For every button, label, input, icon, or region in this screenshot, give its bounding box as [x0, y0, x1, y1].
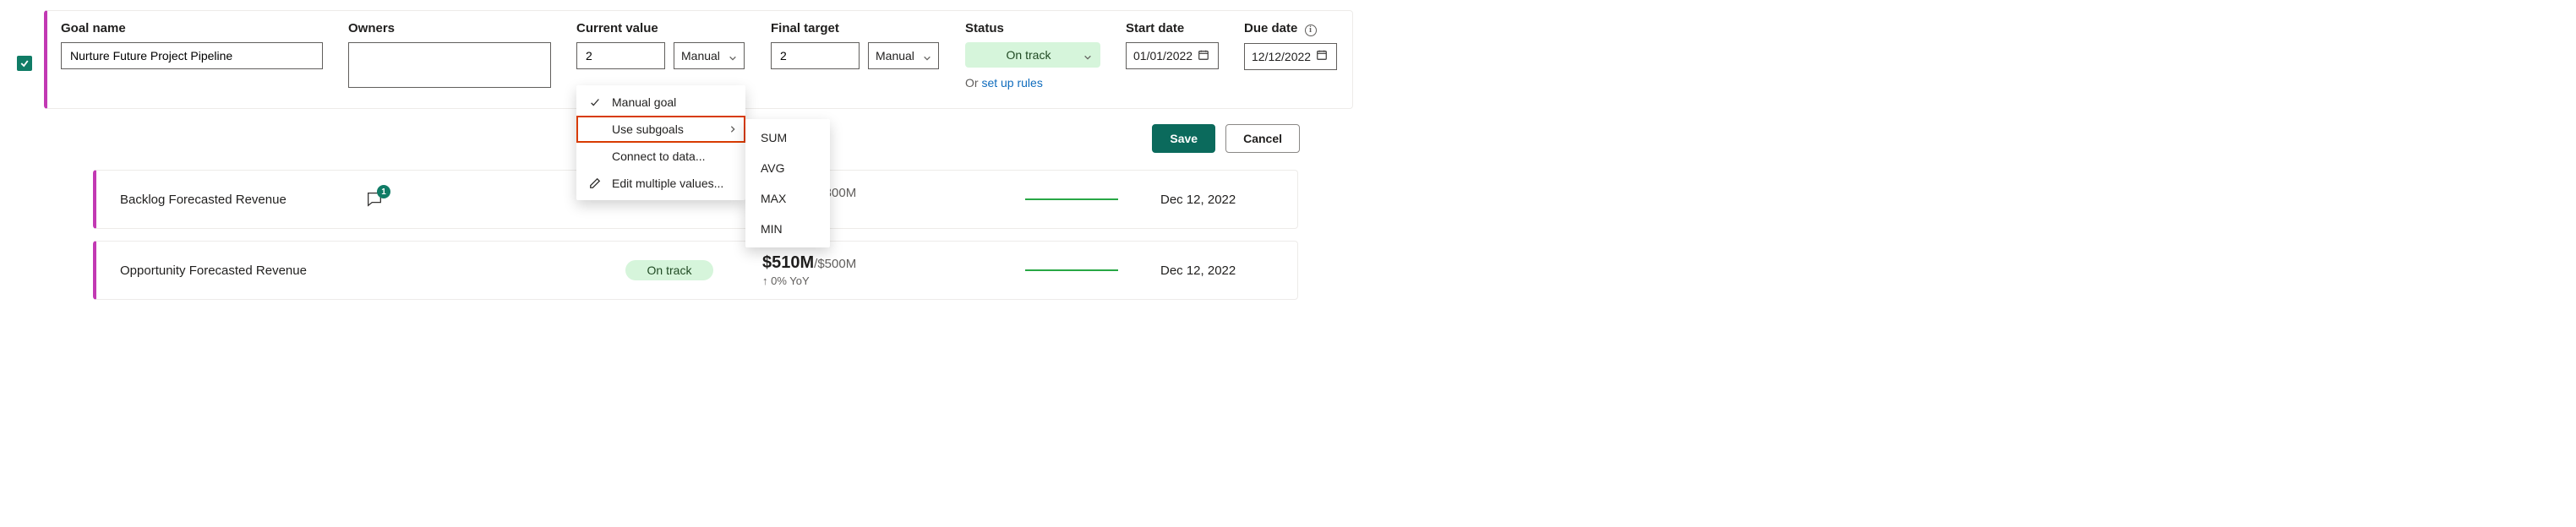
current-value-mode-dropdown[interactable]: Manual — [674, 42, 745, 69]
cancel-button[interactable]: Cancel — [1225, 124, 1300, 153]
chevron-right-icon — [729, 122, 737, 136]
goal-sparkline — [1025, 269, 1160, 271]
pencil-icon — [588, 177, 602, 189]
goal-yoy: ↑ 0% YoY — [762, 274, 965, 287]
submenu-item-avg[interactable]: AVG — [745, 153, 830, 183]
status-rules-line: Or set up rules — [965, 76, 1100, 90]
status-label: Status — [965, 21, 1100, 35]
goal-value: $510M/$500M — [762, 253, 965, 273]
goal-due-date: Dec 12, 2022 — [1160, 193, 1279, 207]
comments-icon[interactable]: 1 — [365, 190, 384, 209]
calendar-icon — [1198, 49, 1209, 63]
owners-input[interactable] — [348, 42, 551, 88]
goal-name: Backlog Forecasted Revenue — [120, 193, 365, 207]
goal-name-input[interactable] — [61, 42, 323, 69]
set-up-rules-link[interactable]: set up rules — [981, 76, 1042, 90]
row-checkbox[interactable] — [17, 56, 32, 71]
check-icon — [588, 96, 602, 108]
submenu-item-min[interactable]: MIN — [745, 214, 830, 244]
start-date-input[interactable]: 01/01/2022 — [1126, 42, 1219, 69]
chevron-down-icon — [729, 52, 737, 60]
start-date-label: Start date — [1126, 21, 1219, 35]
menu-item-edit-multiple[interactable]: Edit multiple values... — [576, 170, 745, 197]
current-value-label: Current value — [576, 21, 745, 35]
chevron-down-icon — [923, 52, 931, 60]
subgoals-submenu: SUM AVG MAX MIN — [745, 119, 830, 247]
due-date-input[interactable]: 12/12/2022 — [1244, 43, 1337, 70]
submenu-item-max[interactable]: MAX — [745, 183, 830, 214]
final-target-mode-dropdown[interactable]: Manual — [868, 42, 939, 69]
goal-sparkline — [1025, 198, 1160, 200]
menu-item-manual-goal[interactable]: Manual goal — [576, 89, 745, 116]
save-button[interactable]: Save — [1152, 124, 1215, 153]
current-value-menu: Manual goal Use subgoals Connect to data… — [576, 85, 745, 200]
info-icon: i — [1305, 24, 1317, 36]
due-date-label: Due date i — [1244, 21, 1337, 36]
current-value-input[interactable] — [576, 42, 665, 69]
goal-due-date: Dec 12, 2022 — [1160, 264, 1279, 278]
goal-row[interactable]: Opportunity Forecasted Revenue On track … — [93, 241, 1298, 300]
goal-editor-card: Goal name Owners Current value Manual — [44, 10, 1353, 109]
goal-status-pill: On track — [625, 260, 714, 280]
owners-label: Owners — [348, 21, 551, 35]
menu-item-use-subgoals[interactable]: Use subgoals — [576, 116, 745, 143]
goal-name-label: Goal name — [61, 21, 323, 35]
menu-item-connect-to-data[interactable]: Connect to data... — [576, 143, 745, 170]
goal-name: Opportunity Forecasted Revenue — [120, 264, 365, 278]
comments-count-badge: 1 — [377, 185, 390, 198]
calendar-icon — [1316, 49, 1328, 63]
final-target-input[interactable] — [771, 42, 860, 69]
submenu-item-sum[interactable]: SUM — [745, 122, 830, 153]
status-dropdown[interactable]: On track — [965, 42, 1100, 68]
chevron-down-icon — [1083, 51, 1092, 59]
final-target-label: Final target — [771, 21, 940, 35]
